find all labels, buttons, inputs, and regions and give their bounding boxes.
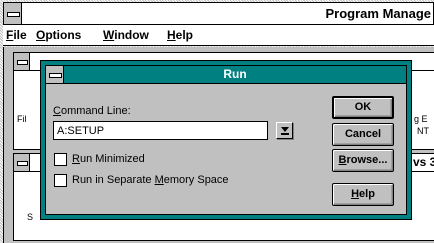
run-minimized-checkbox[interactable] [54, 153, 67, 166]
menu-help[interactable]: Help [167, 27, 193, 43]
menu-bar: File Options Window Help [3, 25, 434, 46]
help-button[interactable]: Help [332, 183, 394, 206]
dropdown-button[interactable] [276, 122, 293, 139]
cancel-button[interactable]: Cancel [332, 123, 394, 146]
run-dialog: Run Command Line: Run Minimized Run in S… [40, 60, 412, 220]
partial-icon-label-lower: S [27, 212, 34, 222]
run-dialog-title: Run [223, 67, 247, 81]
down-arrow-bar-icon [281, 127, 289, 135]
separate-memory-label[interactable]: Run in Separate Memory Space [72, 174, 229, 187]
run-dialog-titlebar[interactable]: Run [46, 66, 406, 84]
program-manager-titlebar[interactable]: Program Manage [3, 2, 434, 25]
run-dialog-body: Run Command Line: Run Minimized Run in S… [45, 65, 407, 215]
menu-window[interactable]: Window [103, 27, 149, 43]
command-line-label: Command Line: [53, 105, 131, 117]
menu-file[interactable]: File [6, 27, 27, 43]
partial-icon-label-left: Fil [17, 114, 27, 124]
group-system-menu-icon[interactable] [14, 154, 30, 171]
browse-button[interactable]: Browse... [332, 149, 394, 172]
separate-memory-checkbox[interactable] [54, 174, 67, 187]
command-line-input[interactable] [53, 121, 268, 140]
ok-button[interactable]: OK [332, 96, 394, 119]
program-manager-title: Program Manage [325, 6, 431, 21]
group-system-menu-icon[interactable] [14, 53, 30, 70]
system-menu-icon[interactable] [46, 66, 64, 83]
system-menu-icon[interactable] [4, 3, 22, 24]
run-minimized-label[interactable]: Run Minimized [72, 153, 145, 166]
menu-options[interactable]: Options [36, 27, 81, 43]
partial-icon-label-right-2: NT [417, 126, 429, 136]
partial-icon-label-right: g E [414, 114, 428, 124]
group-window-lower-title: vs 3 [413, 155, 434, 169]
